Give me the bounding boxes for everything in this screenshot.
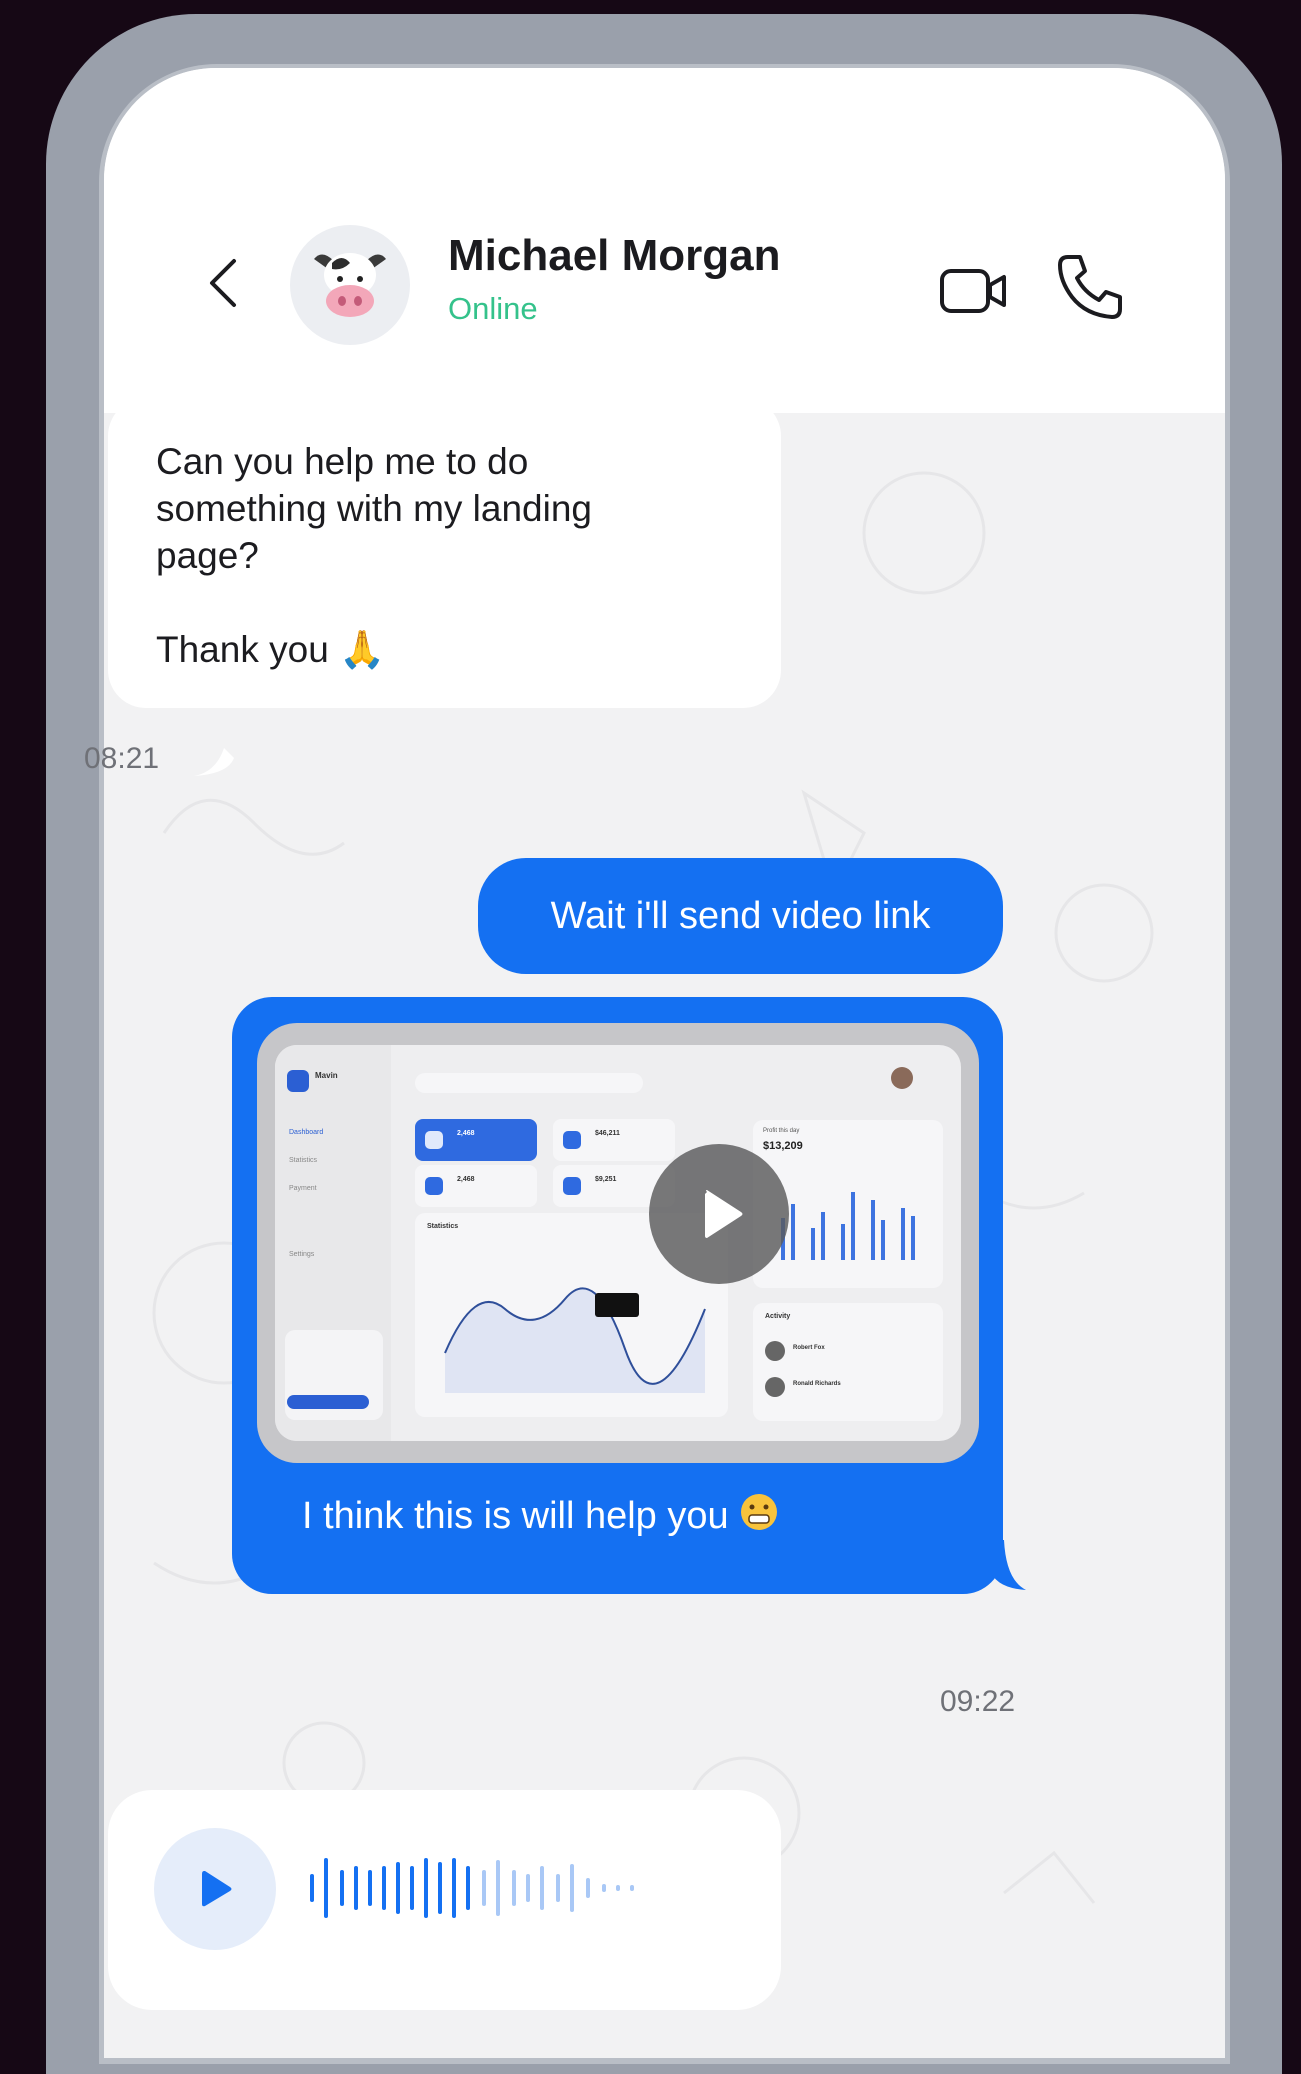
message-text: something with my landing [156,488,592,529]
grimace-emoji-icon [740,1494,777,1530]
audio-waveform [310,1858,634,1918]
avatar[interactable] [290,225,410,345]
message-timestamp: 08:21 [84,742,160,775]
dashboard-stat-card: 2,468 [415,1165,537,1207]
play-icon [705,1190,743,1238]
message-text: page? [156,535,259,576]
dashboard-logo-text: Mavin [315,1071,338,1080]
video-camera-icon[interactable] [938,263,1010,319]
dashboard-nav-item: Payment [289,1185,317,1192]
play-button[interactable] [649,1144,789,1284]
dashboard-preview: Mavin Dashboard Statistics Payment Setti… [275,1045,961,1441]
message-text: I think this is will help you [302,1495,729,1537]
dashboard-nav-item: Statistics [289,1157,318,1164]
dashboard-user-avatar [891,1067,913,1089]
video-thumbnail[interactable]: Mavin Dashboard Statistics Payment Setti… [257,1023,979,1463]
bubble-tail [194,748,234,776]
outgoing-message-bubble[interactable]: Wait i'll send video link [478,858,1003,974]
dashboard-activity-row: Robert Fox [765,1341,935,1363]
message-text: Wait i'll send video link [550,894,931,937]
dashboard-search-bar [415,1073,643,1093]
video-caption: I think this is will help you [302,1492,779,1538]
contact-name: Michael Morgan [448,231,781,280]
dashboard-nav-item: Settings [289,1251,315,1258]
chat-header: Michael Morgan Online [104,68,1225,413]
dashboard-activity-row: Ronald Richards [765,1377,935,1399]
chevron-left-icon[interactable] [200,253,250,313]
cow-emoji-icon [314,253,386,317]
incoming-voice-message[interactable] [108,1790,781,2010]
dashboard-promo-button [287,1395,369,1409]
dashboard-activity-label: Activity [765,1313,791,1320]
message-text: Can you help me to do [156,441,529,482]
phone-icon[interactable] [1054,251,1126,323]
bubble-tail [990,1540,1026,1590]
chart-tooltip [595,1293,639,1317]
dashboard-activity-panel: Activity Robert Fox Ronald Richards [753,1303,943,1421]
logo-icon [287,1070,309,1092]
incoming-message-bubble[interactable]: Can you help me to do something with my … [108,398,781,708]
voice-play-button[interactable] [154,1828,276,1950]
online-status: Online [448,291,538,326]
dashboard-stat-card: 2,468 [415,1119,537,1161]
message-timestamp: 09:22 [940,1685,1016,1718]
dashboard-stat-card: $46,211 [553,1119,675,1161]
dashboard-nav-item: Dashboard [289,1129,324,1136]
play-icon [202,1871,232,1907]
message-text: Thank you 🙏 [156,629,386,670]
